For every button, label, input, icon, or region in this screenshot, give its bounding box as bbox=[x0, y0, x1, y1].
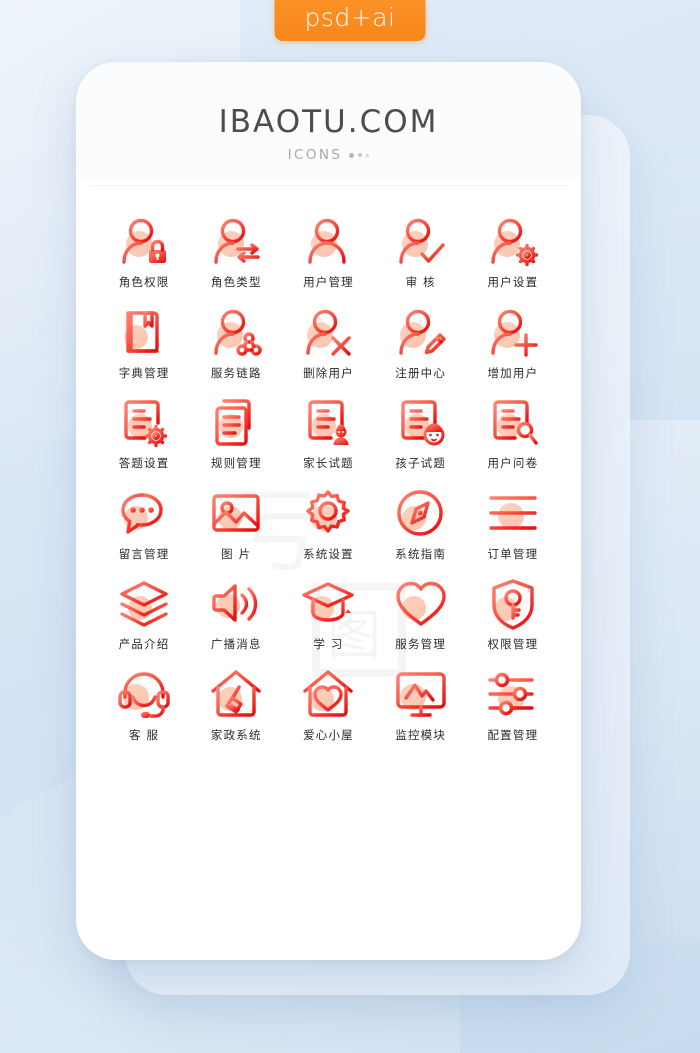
icon-label: 服务链路 bbox=[210, 365, 262, 380]
icon-label: 学 习 bbox=[313, 637, 344, 651]
icon-cell[interactable]: 服务链路 bbox=[190, 305, 282, 380]
icon-cell[interactable]: 注册中心 bbox=[375, 305, 467, 380]
icon-cell[interactable]: 字典管理 bbox=[98, 305, 190, 380]
icon-label: 规则管理 bbox=[210, 456, 262, 470]
icon-label: 广播消息 bbox=[210, 637, 262, 651]
heart-icon bbox=[395, 581, 446, 626]
user-delete-icon bbox=[306, 309, 352, 356]
book-icon bbox=[124, 310, 159, 353]
icon-cell[interactable]: 系统设置 bbox=[282, 486, 374, 561]
speaker-icon bbox=[212, 584, 258, 622]
icon-set-card: IBAOTU.COM ICONS 亏 图 角色权限 角色类型 用户管理审 核 用户设… bbox=[76, 62, 581, 960]
icon-label: 权限管理 bbox=[487, 637, 539, 651]
icon-label: 家长试题 bbox=[303, 456, 354, 470]
icon-label: 用户设置 bbox=[487, 275, 539, 289]
icon-label: 角色权限 bbox=[118, 275, 170, 289]
monitor-chart-icon bbox=[395, 671, 446, 717]
image-icon bbox=[212, 493, 260, 532]
icon-cell[interactable]: 留言管理 bbox=[98, 486, 190, 561]
compass-icon bbox=[396, 489, 443, 536]
icon-cell[interactable]: 系统指南 bbox=[375, 486, 467, 561]
user-lock-icon bbox=[122, 218, 167, 264]
icon-label: 字典管理 bbox=[118, 365, 170, 380]
icon-cell[interactable]: 用户设置 bbox=[467, 214, 559, 289]
icon-label: 系统设置 bbox=[303, 546, 354, 561]
icon-cell[interactable]: 服务管理 bbox=[375, 576, 467, 651]
gear-icon bbox=[306, 489, 351, 533]
icon-label: 图 片 bbox=[221, 546, 252, 561]
icon-label: 家政系统 bbox=[210, 727, 262, 742]
icon-cell[interactable]: 规则管理 bbox=[190, 395, 282, 470]
document-user-icon bbox=[493, 400, 538, 445]
icon-label: 客 服 bbox=[128, 727, 160, 742]
icon-cell[interactable]: 订单管理 bbox=[467, 486, 559, 561]
icon-cell[interactable]: 答题设置 bbox=[98, 395, 190, 470]
headset-icon bbox=[118, 671, 170, 718]
icon-cell[interactable]: 增加用户 bbox=[467, 305, 559, 380]
icon-cell[interactable]: 删除用户 bbox=[282, 305, 374, 380]
document-gear-icon bbox=[124, 400, 168, 448]
document-child-icon bbox=[400, 400, 445, 446]
icon-cell[interactable]: 用户管理 bbox=[282, 214, 374, 289]
subtitle-row: ICONS bbox=[76, 147, 581, 163]
chat-bubbles-icon bbox=[121, 492, 163, 534]
icon-label: 增加用户 bbox=[487, 365, 539, 380]
user-swap-icon bbox=[214, 218, 260, 264]
icon-label: 留言管理 bbox=[118, 546, 170, 561]
icon-label: 产品介绍 bbox=[118, 637, 170, 651]
documents-icon bbox=[215, 399, 251, 446]
icon-label: 监控模块 bbox=[395, 727, 447, 742]
icon-cell[interactable]: 图 片 bbox=[190, 486, 282, 561]
user-icon bbox=[308, 218, 347, 264]
user-edit-icon bbox=[398, 309, 446, 355]
list-lines-icon bbox=[489, 495, 537, 530]
layers-icon bbox=[120, 581, 168, 627]
icon-cell[interactable]: 权限管理 bbox=[467, 576, 559, 651]
house-broom-icon bbox=[211, 669, 261, 717]
icon-grid: 角色权限 角色类型 用户管理 审 核 用户设置 字典管理 服务链路 删除用户 注册中心 增加… bbox=[76, 186, 581, 741]
icon-label: 孩子试题 bbox=[395, 456, 447, 470]
page-title: IBAOTU.COM bbox=[218, 104, 439, 140]
icon-cell[interactable]: 产品介绍 bbox=[98, 576, 190, 651]
page-subtitle: ICONS bbox=[287, 147, 343, 163]
psd-ai-badge: psd+ai bbox=[274, 0, 426, 41]
user-check-icon bbox=[398, 218, 445, 264]
document-parent-icon bbox=[308, 400, 349, 445]
icon-cell[interactable]: 家政系统 bbox=[190, 667, 282, 742]
icon-cell[interactable]: 审 核 bbox=[375, 214, 467, 289]
icon-cell[interactable]: 广播消息 bbox=[190, 576, 282, 651]
sliders-icon bbox=[488, 672, 534, 715]
icon-cell[interactable]: 角色类型 bbox=[190, 214, 282, 289]
shield-key-icon bbox=[492, 579, 534, 630]
user-share-icon bbox=[214, 309, 262, 356]
user-gear-icon bbox=[491, 218, 539, 267]
icon-label: 角色类型 bbox=[210, 275, 262, 289]
user-add-icon bbox=[491, 309, 538, 357]
icon-cell[interactable]: 爱心小屋 bbox=[282, 667, 374, 742]
icon-label: 用户问卷 bbox=[487, 456, 539, 470]
icon-label: 配置管理 bbox=[487, 727, 539, 742]
icon-cell[interactable]: 孩子试题 bbox=[375, 395, 467, 470]
icon-label: 订单管理 bbox=[487, 546, 539, 561]
icon-label: 注册中心 bbox=[395, 365, 447, 380]
icon-label: 审 核 bbox=[405, 275, 436, 289]
graduation-cap-icon bbox=[302, 582, 355, 622]
icon-cell[interactable]: 监控模块 bbox=[375, 667, 467, 742]
icon-label: 爱心小屋 bbox=[303, 727, 354, 742]
house-heart-icon bbox=[303, 669, 354, 717]
icon-cell[interactable]: 客 服 bbox=[98, 667, 190, 742]
icon-label: 答题设置 bbox=[118, 456, 170, 470]
icon-label: 用户管理 bbox=[303, 275, 354, 289]
icon-cell[interactable]: 学 习 bbox=[282, 576, 374, 651]
icon-cell[interactable]: 用户问卷 bbox=[467, 395, 559, 470]
icon-label: 服务管理 bbox=[395, 637, 447, 651]
icon-cell[interactable]: 家长试题 bbox=[282, 395, 374, 470]
icon-label: 删除用户 bbox=[303, 365, 354, 380]
card-header: IBAOTU.COM ICONS bbox=[76, 62, 581, 179]
icon-cell[interactable]: 角色权限 bbox=[98, 214, 190, 289]
icon-label: 系统指南 bbox=[395, 546, 447, 561]
dots-decoration bbox=[349, 152, 370, 158]
icon-cell[interactable]: 配置管理 bbox=[467, 667, 559, 742]
